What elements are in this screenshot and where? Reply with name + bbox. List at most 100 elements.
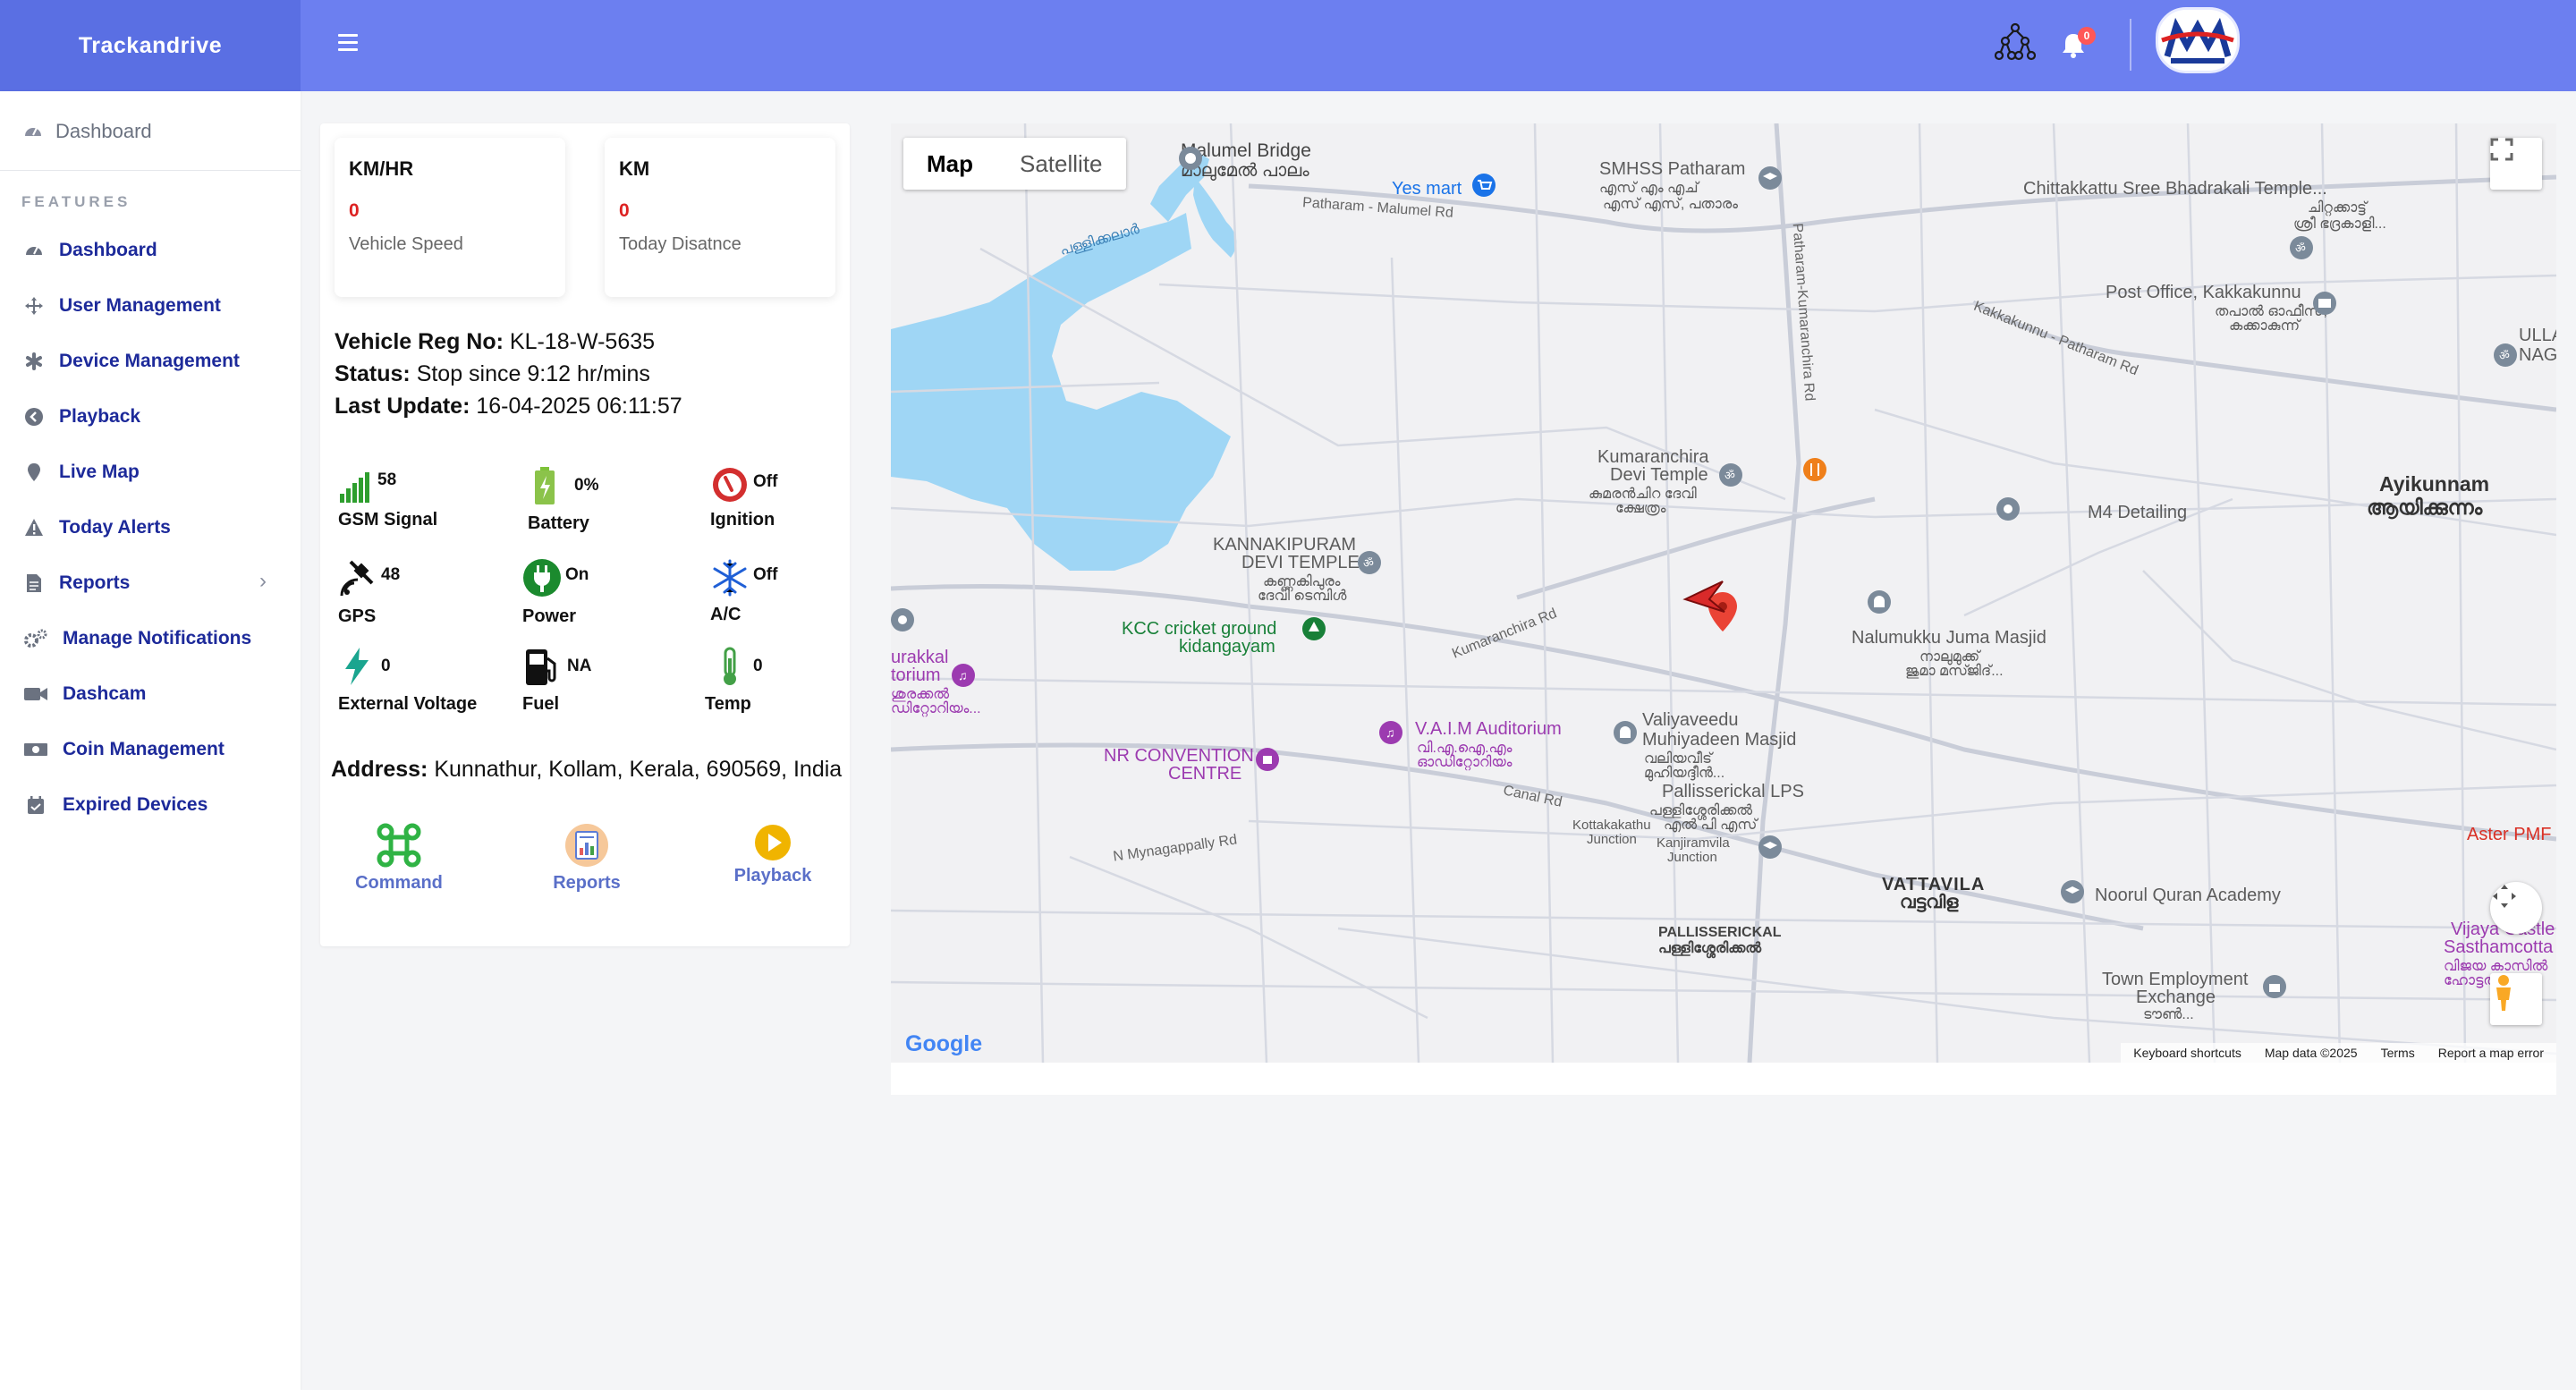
map-label: V.A.I.M Auditorium <box>1415 719 1562 739</box>
government-icon[interactable] <box>2261 973 2288 1000</box>
bridge-poi-icon[interactable] <box>1177 145 1204 172</box>
temple-poi-icon[interactable]: ॐ <box>2288 234 2315 261</box>
map-label: VATTAVILA <box>1882 875 1986 894</box>
mail-poi-icon[interactable] <box>2311 290 2338 317</box>
fullscreen-button[interactable] <box>2490 138 2542 190</box>
brand-logo[interactable]: Trackandrive <box>0 0 301 91</box>
map-type-map-button[interactable]: Map <box>903 138 996 190</box>
mosque-icon[interactable] <box>1866 589 1893 615</box>
sidebar-item-label: Reports <box>59 572 131 593</box>
video-icon <box>24 688 47 700</box>
temple-poi-icon[interactable]: ॐ <box>1717 462 1744 488</box>
play-icon <box>755 825 791 860</box>
report-error-link[interactable]: Report a map error <box>2438 1046 2544 1060</box>
shopping-cart-icon[interactable] <box>1470 172 1497 199</box>
sidebar-item-device-management[interactable]: Device Management <box>23 351 240 372</box>
sidebar-item-today-alerts[interactable]: Today Alerts <box>23 517 171 538</box>
vehicle-reg-line: Vehicle Reg No: KL-18-W-5635 <box>335 329 655 355</box>
sidebar-item-expired-devices[interactable]: Expired Devices <box>23 794 208 816</box>
fullscreen-icon <box>2490 138 2513 161</box>
sidebar-item-playback[interactable]: Playback <box>23 406 140 428</box>
map-label: ദേവി ടെമ്പിൾ <box>1258 589 1347 604</box>
map-label: Muhiyadeen Masjid <box>1642 730 1797 750</box>
school-icon[interactable] <box>2059 878 2086 905</box>
ext-voltage-label: External Voltage <box>338 694 478 714</box>
snowflake-icon <box>713 559 747 597</box>
school-icon[interactable] <box>1757 165 1784 191</box>
map-type-satellite-button[interactable]: Satellite <box>996 138 1126 190</box>
asterisk-icon <box>26 352 42 370</box>
sidebar-item-dashboard-top[interactable]: Dashboard <box>23 120 152 143</box>
chevron-right-icon[interactable]: › <box>259 569 267 594</box>
place-poi-icon[interactable] <box>891 606 918 633</box>
sidebar-item-label: Dashcam <box>63 683 147 704</box>
map-label: Yes mart <box>1392 179 1462 199</box>
sidebar-item-dashboard[interactable]: Dashboard <box>23 240 157 261</box>
svg-text:ॐ: ॐ <box>1724 469 1735 482</box>
playback-label: Playback <box>733 866 812 886</box>
sidebar-item-dashcam[interactable]: Dashcam <box>23 683 146 705</box>
avatar[interactable] <box>2156 7 2240 73</box>
google-logo[interactable]: Google <box>905 1031 982 1057</box>
map-label: എസ് എസ്, പതാരം <box>1603 197 1738 212</box>
gps-metric: 48 GPS <box>338 558 499 639</box>
ignition-label: Ignition <box>710 510 775 530</box>
hierarchy-icon[interactable] <box>1995 21 2036 63</box>
map-label: Devi Temple <box>1610 465 1708 485</box>
sidebar-item-label: User Management <box>59 295 221 316</box>
map-label: Nalumukku Juma Masjid <box>1852 628 2046 648</box>
menu-toggle-icon[interactable] <box>338 34 358 55</box>
sidebar-item-manage-notifications[interactable]: Manage Notifications <box>23 628 251 649</box>
sidebar-item-user-management[interactable]: User Management <box>23 295 221 317</box>
sidebar-item-label: Today Alerts <box>59 517 171 538</box>
address-value: Kunnathur, Kollam, Kerala, 690569, India <box>434 757 843 782</box>
reports-button[interactable]: Reports <box>524 821 649 894</box>
map-label: DEVI TEMPLE <box>1241 553 1360 572</box>
map-label: torium <box>891 665 941 685</box>
restaurant-icon[interactable] <box>1801 456 1828 483</box>
file-icon <box>27 574 41 592</box>
move-icon <box>25 297 43 315</box>
temple-poi-icon[interactable]: ॐ <box>1356 549 1383 576</box>
school-icon[interactable] <box>1757 834 1784 860</box>
fuel-pump-icon <box>526 649 556 685</box>
map-label: വട്ടവിള <box>1900 893 1959 912</box>
music-venue-icon[interactable]: ♫ <box>950 662 977 689</box>
speed-stat-card: KM/HR 0 Vehicle Speed <box>335 138 565 297</box>
speed-label: Vehicle Speed <box>349 234 463 254</box>
command-button[interactable]: Command <box>336 821 462 894</box>
terms-link[interactable]: Terms <box>2381 1046 2415 1060</box>
playback-button[interactable]: Playback <box>710 823 835 886</box>
sidebar-divider <box>0 170 301 171</box>
sidebar-item-reports[interactable]: Reports <box>23 572 130 594</box>
street-view-pegman[interactable] <box>2490 973 2542 1025</box>
ignition-value: Off <box>753 472 778 491</box>
status-value: Stop since 9:12 hr/mins <box>416 361 650 386</box>
temple-poi-icon[interactable]: ॐ <box>2492 342 2519 369</box>
map-label: ടൗൺ... <box>2143 1007 2194 1022</box>
battery-value: 0% <box>574 476 599 495</box>
map-panel: Malumel Bridge മാലുമേൽ പാലം Yes mart SMH… <box>891 123 2556 1095</box>
sidebar-item-live-map[interactable]: Live Map <box>23 462 140 483</box>
keyboard-shortcuts-link[interactable]: Keyboard shortcuts <box>2133 1046 2241 1060</box>
event-venue-icon[interactable] <box>1254 746 1281 773</box>
park-icon[interactable] <box>1301 615 1327 642</box>
pin-icon <box>28 463 40 481</box>
sidebar-item-label: Live Map <box>59 462 140 482</box>
ac-value: Off <box>753 565 778 584</box>
live-map[interactable]: Malumel Bridge മാലുമേൽ പാലം Yes mart SMH… <box>891 123 2556 1063</box>
sidebar-item-label: Dashboard <box>59 240 157 260</box>
mosque-icon[interactable] <box>1612 719 1639 746</box>
company-logo-icon <box>2161 17 2234 64</box>
map-canvas[interactable] <box>891 123 2556 1063</box>
car-service-icon[interactable] <box>1995 496 2021 522</box>
map-label: Chittakkattu Sree Bhadrakali Temple... <box>2023 179 2327 199</box>
map-label: CENTRE <box>1168 764 1242 784</box>
map-label: SMHSS Patharam <box>1599 159 1746 179</box>
music-venue-icon[interactable]: ♫ <box>1377 719 1404 746</box>
sidebar-item-label: Dashboard <box>55 120 152 142</box>
sidebar-item-coin-management[interactable]: Coin Management <box>23 739 225 760</box>
map-label: Junction <box>1667 850 1717 865</box>
camera-control-button[interactable] <box>2490 882 2542 934</box>
map-label: Kumaranchira <box>1597 447 1709 467</box>
